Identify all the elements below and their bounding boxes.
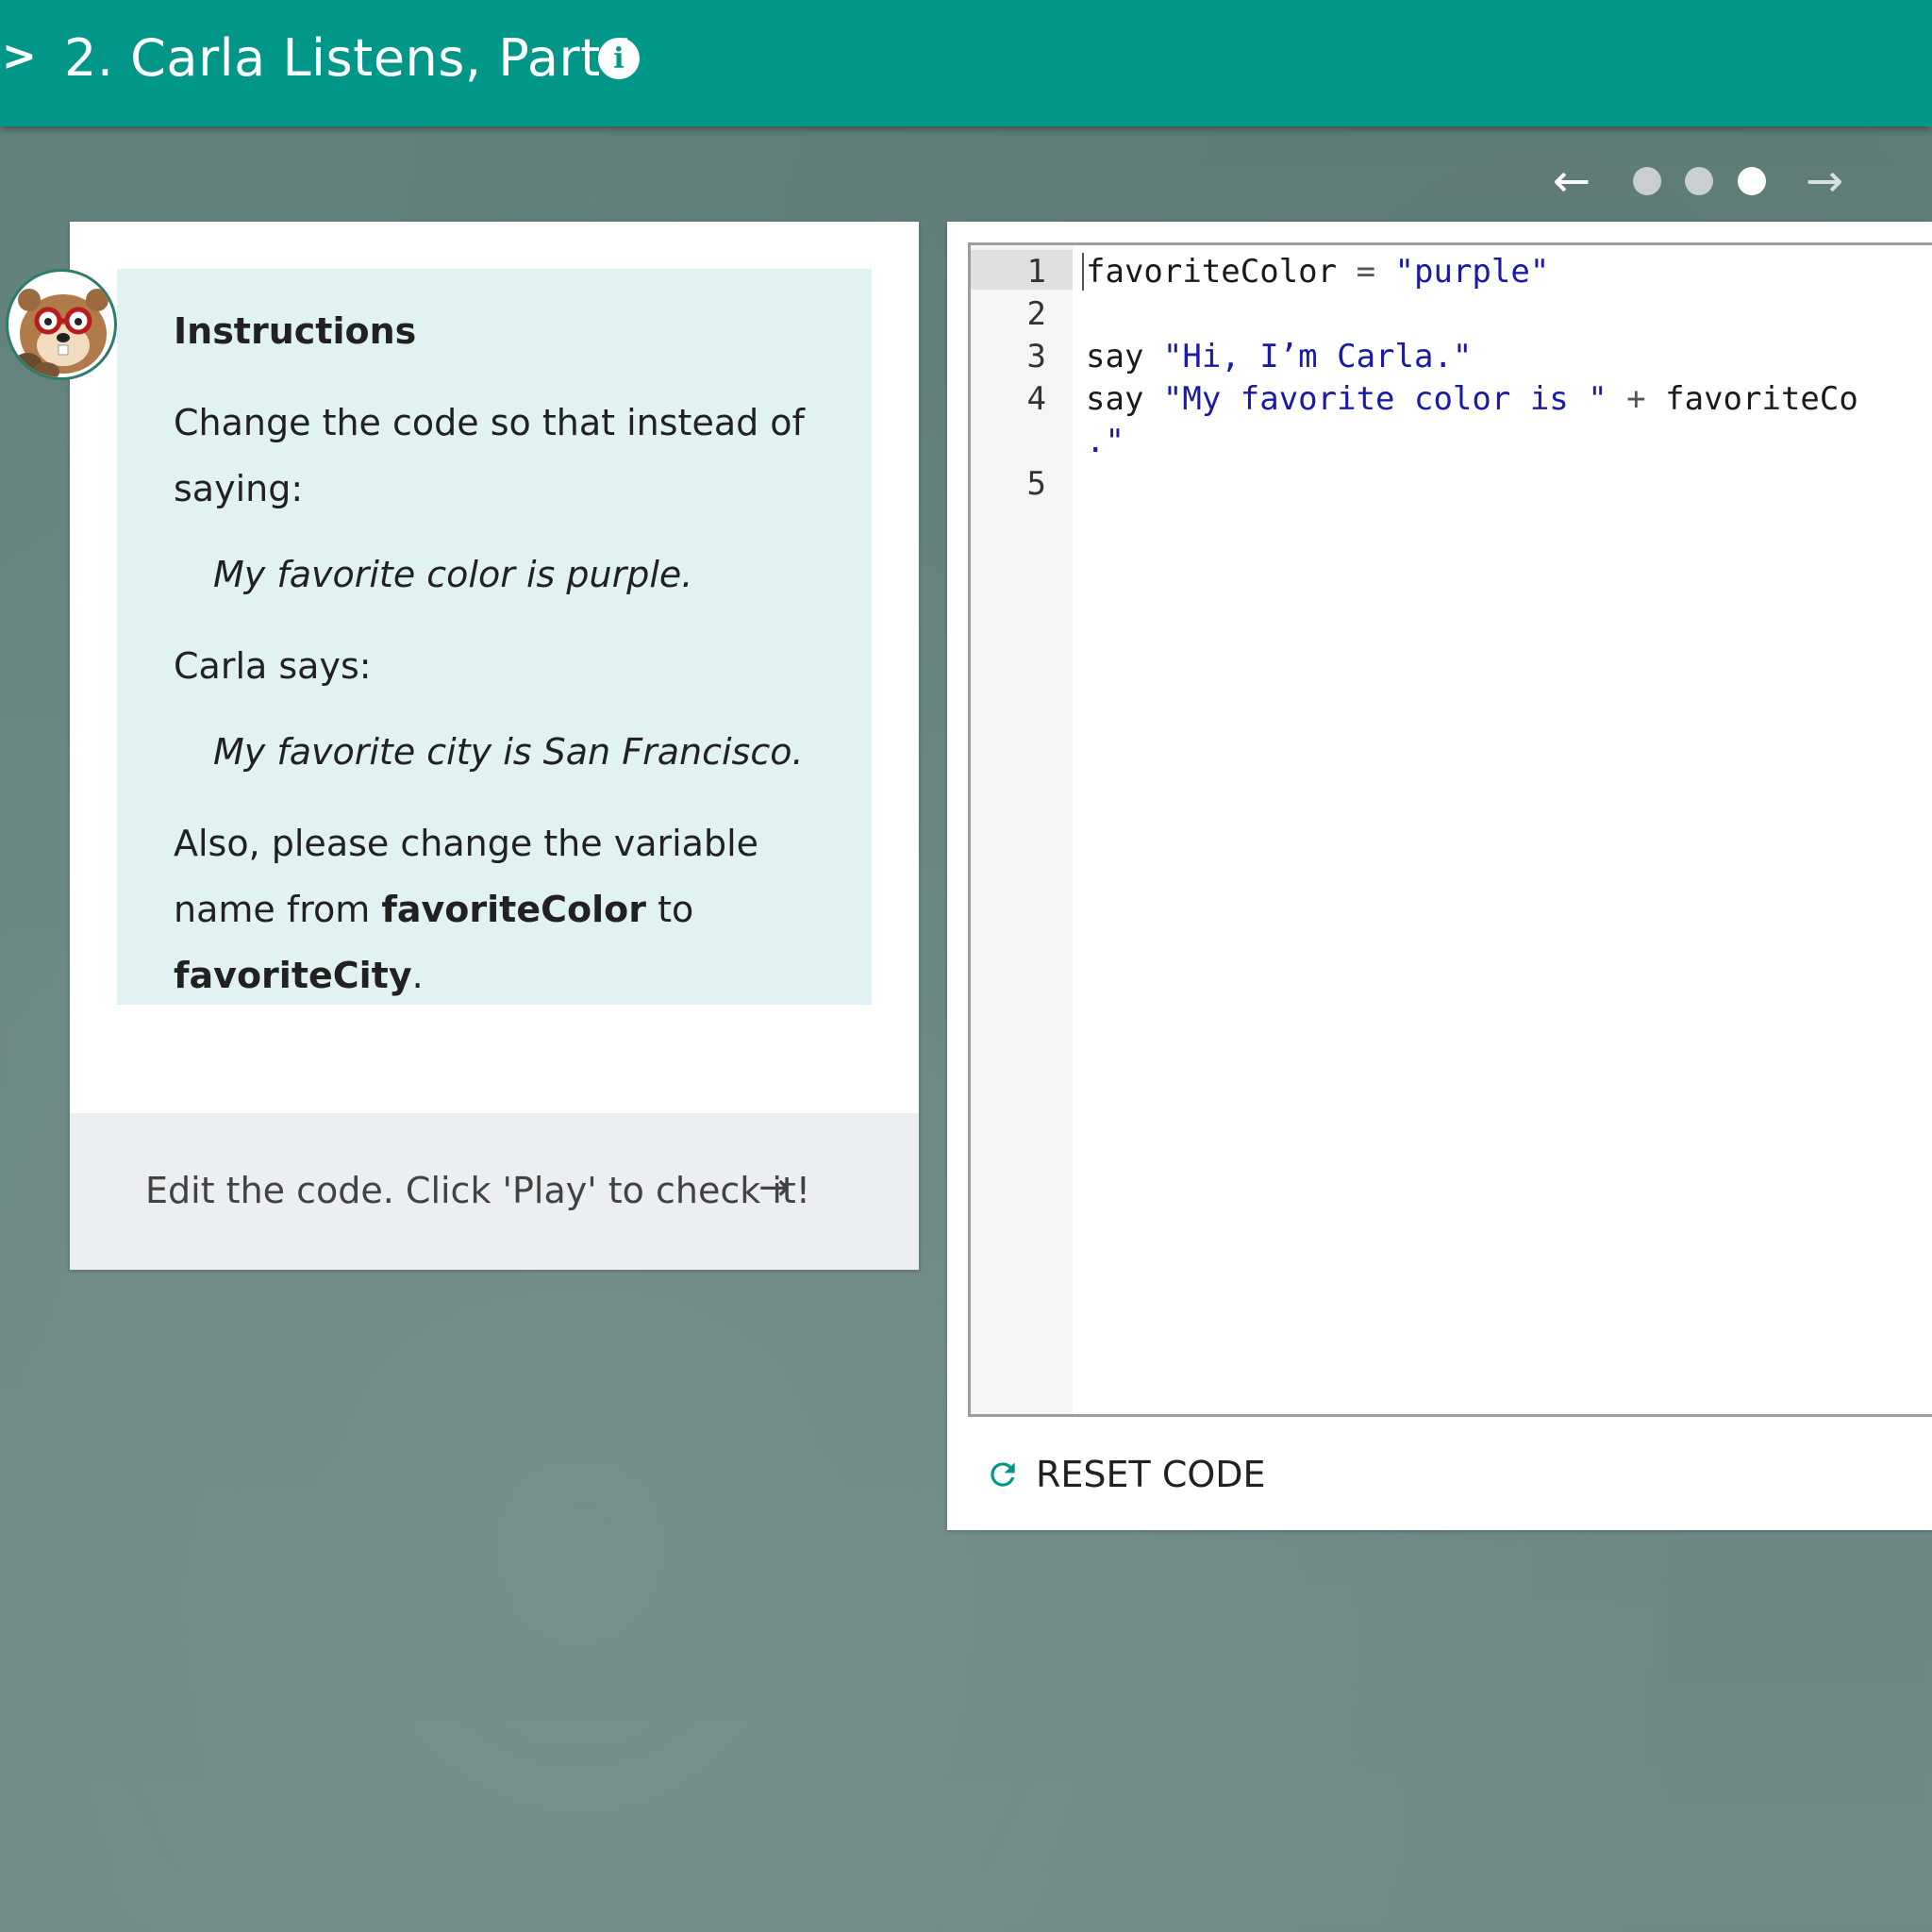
instructions-heading: Instructions bbox=[174, 310, 417, 352]
instructions-panel: Instructions Change the code so that ins… bbox=[117, 269, 872, 1005]
code-string: ." bbox=[1086, 423, 1124, 460]
instructions-card: Instructions Change the code so that ins… bbox=[70, 222, 919, 1270]
code-token: favoriteColor bbox=[1086, 253, 1357, 291]
refresh-icon bbox=[991, 1462, 1015, 1487]
arrow-left-icon[interactable]: ← bbox=[1543, 155, 1600, 208]
instructions-quote-2: My favorite city is San Francisco. bbox=[213, 731, 804, 773]
step-navigation: ← → bbox=[1543, 155, 1855, 208]
code-line-1[interactable]: favoriteColor = "purple" bbox=[1086, 253, 1549, 291]
old-variable-name: favoriteColor bbox=[381, 889, 646, 930]
menu-chevron-icon[interactable]: > bbox=[2, 32, 37, 80]
arrow-right-icon[interactable]: → bbox=[1796, 155, 1853, 208]
code-string: "Hi, I’m Carla." bbox=[1162, 338, 1473, 375]
instructions-paragraph-2: Carla says: bbox=[174, 645, 372, 687]
step-dot-2[interactable] bbox=[1685, 167, 1713, 195]
step-dot-1[interactable] bbox=[1633, 167, 1661, 195]
line-number: 3 bbox=[1026, 338, 1046, 375]
instructions-text: . bbox=[411, 955, 424, 996]
instructions-paragraph-3: Also, please change the variable name fr… bbox=[174, 810, 815, 1008]
code-line-4[interactable]: say "My favorite color is " + favoriteCo bbox=[1086, 380, 1858, 418]
hint-bar: Edit the code. Click 'Play' to check it!… bbox=[70, 1113, 919, 1270]
page-title: 2. Carla Listens, Part I bbox=[64, 28, 633, 88]
mascot-avatar bbox=[6, 269, 117, 380]
app-header: > 2. Carla Listens, Part I i bbox=[0, 0, 1932, 126]
code-token: favoriteCo bbox=[1665, 380, 1858, 418]
code-line-3[interactable]: say "Hi, I’m Carla." bbox=[1086, 338, 1472, 375]
text-cursor bbox=[1082, 253, 1084, 291]
code-token: = bbox=[1356, 253, 1376, 291]
info-icon[interactable]: i bbox=[598, 38, 640, 79]
new-variable-name: favoriteCity bbox=[174, 955, 412, 996]
hint-text: Edit the code. Click 'Play' to check it! bbox=[145, 1170, 811, 1211]
code-editor[interactable]: 1 2 3 4 5 favoriteColor = "purple" say "… bbox=[968, 242, 1932, 1417]
code-editor-card: 1 2 3 4 5 favoriteColor = "purple" say "… bbox=[947, 222, 1932, 1530]
instructions-text: to bbox=[645, 889, 694, 930]
instructions-quote-1: My favorite color is purple. bbox=[213, 554, 693, 595]
line-number-gutter: 1 2 3 4 5 bbox=[971, 245, 1073, 1414]
line-number: 2 bbox=[1026, 295, 1046, 333]
reset-code-label: RESET CODE bbox=[1036, 1454, 1266, 1495]
line-number: 4 bbox=[1026, 380, 1046, 418]
code-token: say bbox=[1086, 338, 1163, 375]
reset-code-button[interactable]: RESET CODE bbox=[985, 1448, 1266, 1501]
instructions-paragraph-1: Change the code so that instead of sayin… bbox=[174, 402, 805, 509]
code-token: say bbox=[1086, 380, 1163, 418]
code-string: "My favorite color is " bbox=[1162, 380, 1607, 418]
code-line-4-wrap[interactable]: ." bbox=[1086, 423, 1124, 460]
step-dot-3-active[interactable] bbox=[1738, 167, 1766, 195]
arrow-right-icon: → bbox=[758, 1166, 791, 1209]
line-number: 5 bbox=[1026, 465, 1046, 503]
line-number: 1 bbox=[1026, 253, 1046, 291]
code-string: "purple" bbox=[1394, 253, 1550, 291]
code-token: + bbox=[1607, 380, 1666, 418]
